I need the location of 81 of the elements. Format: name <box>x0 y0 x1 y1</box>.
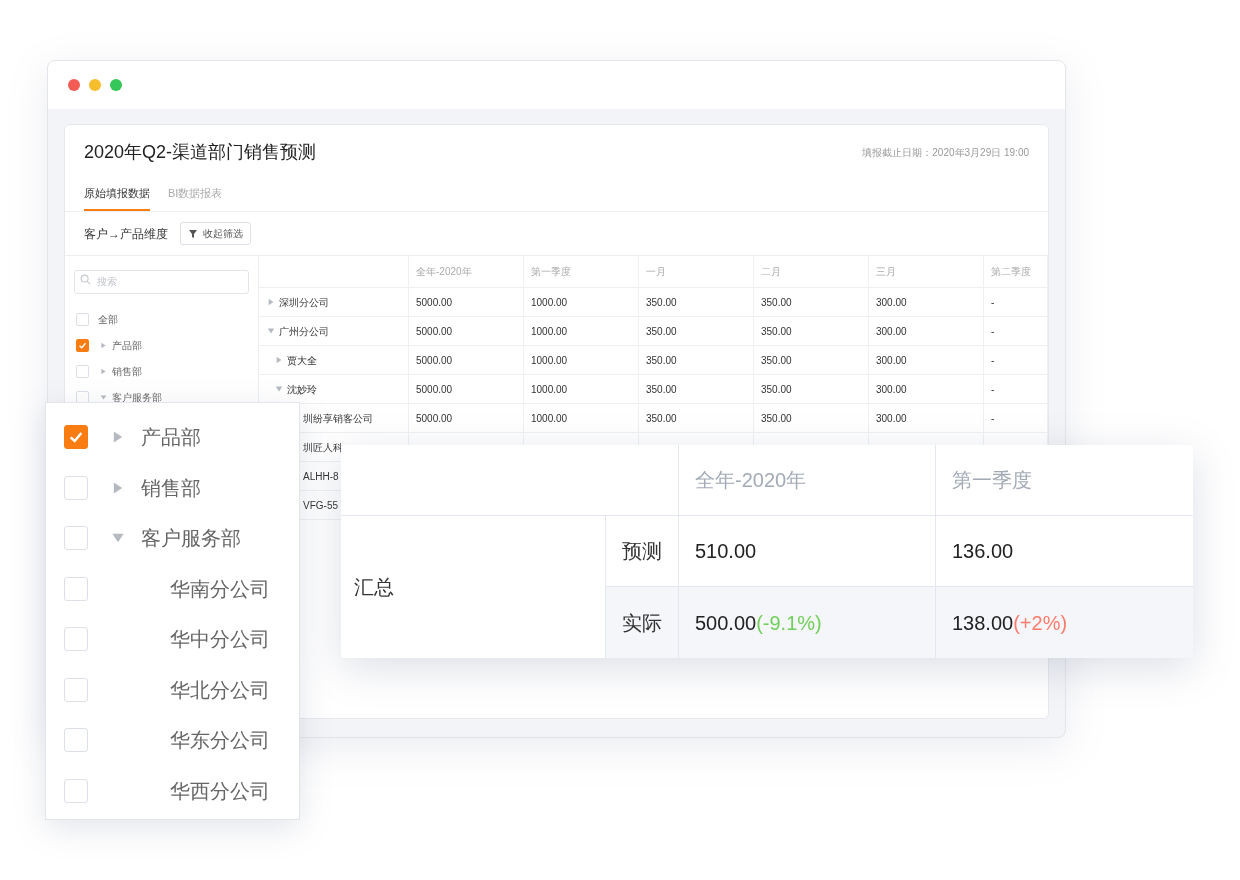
table-cell-text: 300.00 <box>876 411 907 426</box>
table-cell-text: 1000.00 <box>531 353 568 368</box>
column-header: 全年-2020年 <box>695 468 807 493</box>
table-cell-text: 1000.00 <box>531 411 568 426</box>
caret-down-icon[interactable] <box>267 327 275 335</box>
tree-item-label[interactable]: 销售部 <box>141 472 201 503</box>
table-cell-text: 300.00 <box>876 295 907 310</box>
table-cell-text: 5000.00 <box>416 411 453 426</box>
caret-right-icon[interactable] <box>275 356 283 364</box>
filter-item-label[interactable]: 全部 <box>98 311 118 327</box>
row-name: 深圳分公司 <box>279 295 329 310</box>
tree-item-label[interactable]: 客户服务部 <box>141 523 241 554</box>
table-cell-text: 300.00 <box>876 353 907 368</box>
column-header: 全年-2020年 <box>416 265 472 279</box>
caret-right-icon[interactable] <box>100 341 107 349</box>
tree-item-label[interactable]: 华西分公司 <box>141 775 270 806</box>
caret-right-icon[interactable] <box>267 298 275 306</box>
table-cell-text: 350.00 <box>761 295 792 310</box>
filter-item-label[interactable]: 客户服务部 <box>112 389 162 405</box>
table-cell-text: - <box>991 411 995 426</box>
table-cell-text: 350.00 <box>761 353 792 368</box>
table-cell-text: 1000.00 <box>531 382 568 397</box>
row-name: 圳纷享销客公司 <box>303 411 373 426</box>
table-cell-text: - <box>991 353 995 368</box>
table-cell-text: 5000.00 <box>416 295 453 310</box>
change-text: (-9.1%) <box>756 610 822 636</box>
group-label: 汇总 <box>354 575 394 600</box>
table-cell-text: 5000.00 <box>416 353 453 368</box>
row-name: 贾大全 <box>287 353 317 368</box>
filter-button[interactable]: 收起筛选 <box>180 222 251 245</box>
table-cell-text: 1000.00 <box>531 295 568 310</box>
caret-down-icon[interactable] <box>275 385 283 393</box>
search-icon <box>80 274 91 285</box>
filter-item-label[interactable]: 产品部 <box>112 337 142 353</box>
row-name: 沈妙玲 <box>287 382 317 397</box>
column-header: 第一季度 <box>952 468 1032 493</box>
tree-item-label[interactable]: 华中分公司 <box>141 624 270 655</box>
checkmark-icon <box>78 340 87 350</box>
dimension-label: 客户→产品维度 <box>84 225 168 243</box>
table-cell-text: 350.00 <box>646 353 677 368</box>
row-name: 广州分公司 <box>279 324 329 339</box>
table-cell-text: - <box>991 295 995 310</box>
row-name: VFG-55 <box>303 498 338 513</box>
tree-item-label[interactable]: 产品部 <box>141 422 201 453</box>
row-label: 实际 <box>622 610 662 636</box>
filter-icon <box>188 228 198 239</box>
row-label: 预测 <box>622 539 662 564</box>
table-cell-text: - <box>991 324 995 339</box>
table-cell-text: - <box>991 382 995 397</box>
tree-item-label[interactable]: 华南分公司 <box>141 573 270 604</box>
value-text: 138.00 <box>952 610 1014 636</box>
table-cell-text: 350.00 <box>646 382 677 397</box>
table-cell-text: 350.00 <box>761 411 792 426</box>
tab[interactable]: 原始填报数据 <box>84 184 150 211</box>
table-cell-text: 300.00 <box>876 382 907 397</box>
table-cell-text: 5000.00 <box>416 324 453 339</box>
table-cell-text: 350.00 <box>646 324 677 339</box>
checkbox[interactable] <box>76 338 89 352</box>
checkbox[interactable] <box>64 425 88 450</box>
table-cell-text: 5000.00 <box>416 382 453 397</box>
table-cell-text: 350.00 <box>646 411 677 426</box>
value-text: 510.00 <box>695 539 757 564</box>
row-name: ALHH-8 <box>303 469 339 484</box>
value-text: 136.00 <box>952 539 1014 564</box>
column-header: 三月 <box>876 265 896 279</box>
row-name: 圳匠人科 <box>303 440 343 455</box>
change-text: (+2%) <box>1013 610 1068 636</box>
table-cell-text: 1000.00 <box>531 324 568 339</box>
table-cell-text: 350.00 <box>761 382 792 397</box>
report-title: 2020年Q2-渠道部门销售预测 <box>84 140 317 164</box>
tree-item-label[interactable]: 华北分公司 <box>141 674 270 705</box>
table-cell-text: 350.00 <box>761 324 792 339</box>
caret-down-icon[interactable] <box>100 393 107 401</box>
filter-item-label[interactable]: 销售部 <box>112 363 142 379</box>
search-field[interactable]: 搜索 <box>74 269 249 294</box>
table-cell-text: 350.00 <box>646 295 677 310</box>
tree-item-label[interactable]: 华东分公司 <box>141 725 270 756</box>
table-cell-text: 300.00 <box>876 324 907 339</box>
caret-right-icon[interactable] <box>100 367 107 375</box>
value-text: 500.00 <box>695 610 757 636</box>
deadline-text: 填报截止日期：2020年3月29日 19:00 <box>862 145 1029 160</box>
